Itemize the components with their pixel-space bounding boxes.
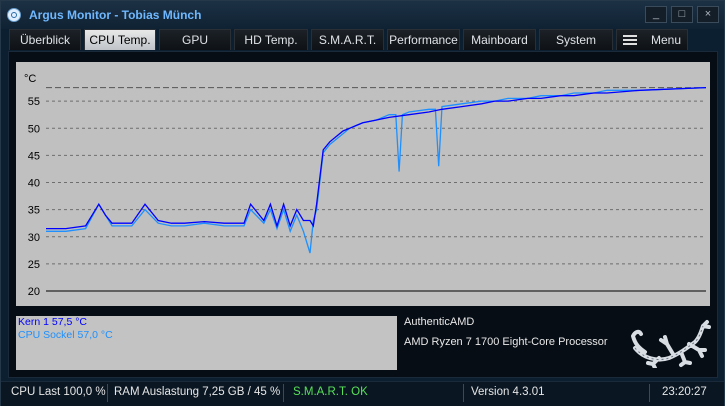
tab-performance[interactable]: Performance (387, 29, 460, 50)
app-logo-icon[interactable] (7, 8, 21, 22)
cpu-vendor: AuthenticAMD (404, 316, 475, 328)
tab-system[interactable]: System (539, 29, 613, 50)
close-button[interactable]: × (697, 6, 719, 23)
y-axis-unit-label: °C (24, 73, 36, 85)
status-bar: CPU Last 100,0 % RAM Auslastung 7,25 GB … (1, 381, 724, 406)
temperature-chart: °C 20 25 30 35 40 45 50 55 (16, 62, 710, 306)
tab-menu-label: Menu (650, 33, 682, 47)
y-tick-label: 50 (28, 123, 40, 135)
tab-hd-temp[interactable]: HD Temp. (234, 29, 308, 50)
series-line-kern-1 (46, 86, 707, 230)
version-label: Version 4.3.01 (471, 386, 545, 398)
window-title: Argus Monitor - Tobias Münch (29, 8, 202, 22)
y-tick-label: 30 (28, 232, 40, 244)
title-bar[interactable]: Argus Monitor - Tobias Münch _ □ × (1, 1, 724, 29)
tab-ueberblick[interactable]: Überblick (9, 29, 81, 50)
cpu-model: AMD Ryzen 7 1700 Eight-Core Processor (404, 336, 608, 348)
y-tick-label: 25 (28, 259, 40, 271)
cpu-load-status: CPU Last 100,0 % (11, 386, 106, 398)
gecko-logo (631, 320, 711, 368)
tab-mainboard[interactable]: Mainboard (463, 29, 536, 50)
legend-cpu-sockel: CPU Sockel 57,0 °C (18, 329, 113, 341)
minimize-button[interactable]: _ (645, 6, 667, 23)
legend-kern1: Kern 1 57,5 °C (18, 316, 87, 328)
ram-usage-status: RAM Auslastung 7,25 GB / 45 % (114, 386, 281, 398)
temperature-chart-svg: °C 20 25 30 35 40 45 50 55 (24, 73, 707, 298)
tab-menu[interactable]: Menu (616, 29, 688, 50)
y-tick-label: 35 (28, 205, 40, 217)
y-tick-label: 40 (28, 178, 40, 190)
smart-status[interactable]: S.M.A.R.T. OK (293, 386, 368, 398)
tab-bar: Überblick CPU Temp. GPU HD Temp. S.M.A.R… (9, 29, 691, 50)
chart-legend: Kern 1 57,5 °C CPU Sockel 57,0 °C (16, 316, 397, 370)
y-tick-label: 20 (28, 286, 40, 298)
app-window: Argus Monitor - Tobias Münch _ □ × Überb… (0, 0, 725, 406)
cpu-temp-panel: °C 20 25 30 35 40 45 50 55 Kern 1 57,5 °C CPU So… (8, 51, 718, 378)
hamburger-menu-icon (622, 35, 637, 45)
cpu-info: AuthenticAMD AMD Ryzen 7 1700 Eight-Core… (404, 316, 608, 356)
tab-smart[interactable]: S.M.A.R.T. (311, 29, 384, 50)
series-line-cpu-sockel (46, 86, 707, 254)
maximize-button[interactable]: □ (671, 6, 693, 23)
y-tick-label: 45 (28, 150, 40, 162)
clock: 23:20:27 (662, 386, 707, 398)
tab-gpu[interactable]: GPU (159, 29, 231, 50)
tab-cpu-temp[interactable]: CPU Temp. (84, 29, 156, 50)
y-tick-label: 55 (28, 96, 40, 108)
